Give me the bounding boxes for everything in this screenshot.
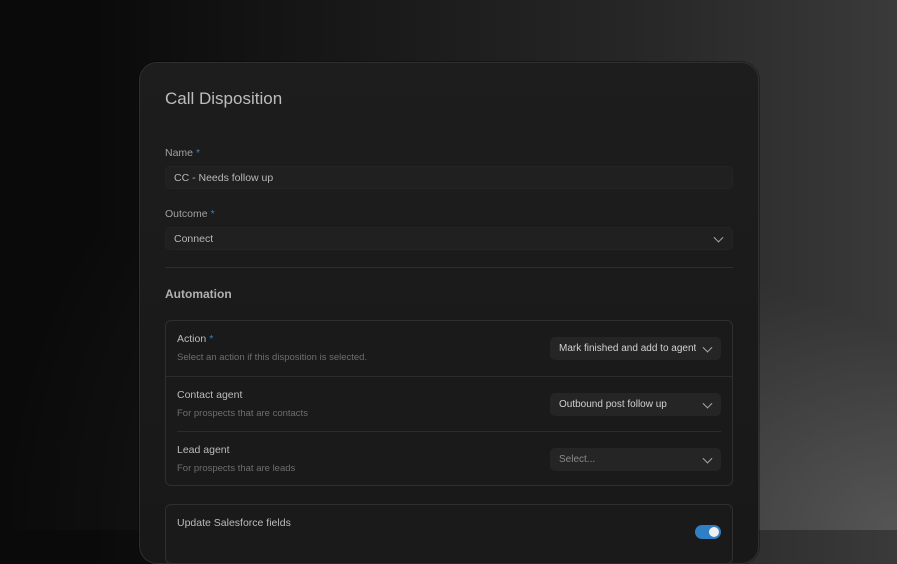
chevron-down-icon — [713, 232, 724, 243]
lead-agent-row: Lead agent For prospects that are leads … — [166, 432, 732, 487]
call-disposition-card: Call Disposition Name * CC - Needs follow… — [139, 62, 759, 564]
action-select-value: Mark finished and add to agent — [559, 343, 697, 354]
salesforce-panel: Update Salesforce fields — [165, 504, 733, 564]
outcome-label: Outcome * — [165, 208, 215, 220]
contact-agent-title: Contact agent — [177, 389, 243, 401]
required-marker: * — [209, 333, 214, 345]
required-marker: * — [196, 147, 201, 159]
contact-agent-select[interactable]: Outbound post follow up — [550, 393, 721, 416]
chevron-down-icon — [702, 453, 713, 464]
contact-agent-description: For prospects that are contacts — [177, 408, 308, 419]
outcome-label-text: Outcome — [165, 208, 208, 220]
section-divider — [165, 267, 733, 268]
salesforce-title: Update Salesforce fields — [177, 517, 291, 529]
contact-agent-select-value: Outbound post follow up — [559, 399, 667, 410]
name-label: Name * — [165, 147, 200, 159]
salesforce-toggle[interactable] — [695, 525, 721, 539]
outcome-select[interactable]: Connect — [165, 227, 733, 250]
automation-title: Automation — [165, 287, 232, 301]
name-label-text: Name — [165, 147, 194, 159]
action-row: Action * Select an action if this disposi… — [166, 321, 732, 376]
name-input-value: CC - Needs follow up — [174, 171, 274, 184]
required-marker: * — [210, 208, 215, 220]
page-title: Call Disposition — [165, 89, 283, 108]
action-title-text: Action — [177, 333, 207, 345]
automation-panel: Action * Select an action if this disposi… — [165, 320, 733, 486]
lead-agent-select-value: Select... — [559, 454, 596, 465]
action-description: Select an action if this disposition is … — [177, 352, 368, 363]
lead-agent-select[interactable]: Select... — [550, 448, 721, 471]
toggle-knob — [709, 527, 719, 537]
chevron-down-icon — [702, 398, 713, 409]
outcome-select-value: Connect — [174, 232, 214, 245]
action-title: Action * — [177, 333, 213, 345]
action-select[interactable]: Mark finished and add to agent — [550, 337, 721, 360]
lead-agent-description: For prospects that are leads — [177, 463, 296, 474]
contact-agent-row: Contact agent For prospects that are con… — [166, 377, 732, 432]
name-input[interactable]: CC - Needs follow up — [165, 166, 733, 189]
chevron-down-icon — [702, 342, 713, 353]
lead-agent-title: Lead agent — [177, 444, 230, 456]
